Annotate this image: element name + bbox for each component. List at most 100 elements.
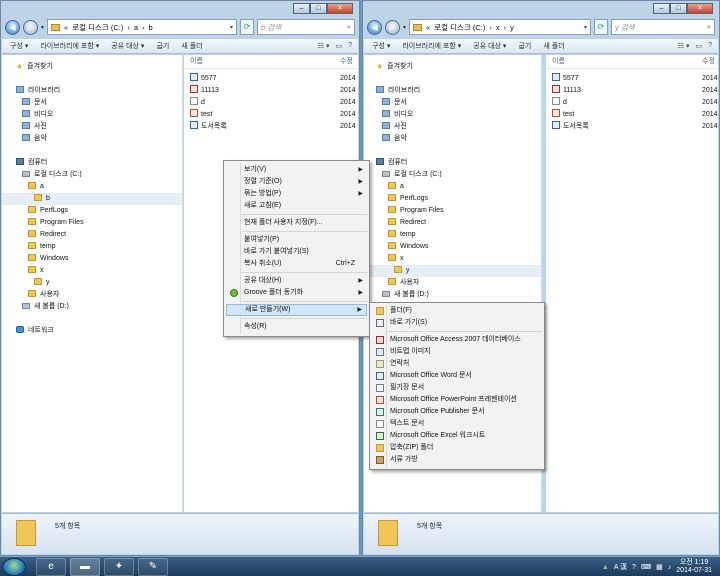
recent-pages-dropdown-icon[interactable]: ▾ (403, 24, 406, 31)
language-indicator[interactable]: A 漢 (614, 562, 627, 572)
menu-item-properties[interactable]: 속성(R) (226, 321, 367, 333)
nav-item-perflogs[interactable]: PerfLogs (28, 205, 182, 217)
menu-item-new-zip[interactable]: 압축(ZIP) 폴더 (372, 442, 542, 454)
breadcrumb-separator-icon[interactable]: › (142, 23, 145, 32)
maximize-button[interactable]: □ (310, 3, 327, 14)
file-row[interactable]: 11113 2014 (184, 85, 358, 97)
nav-item-perflogs[interactable]: PerfLogs (388, 193, 541, 205)
nav-item-favorites[interactable]: ★ 즐겨찾기 (376, 61, 541, 73)
nav-item-users[interactable]: 사용자 (28, 289, 182, 301)
nav-item-network[interactable]: 네트워크 (16, 325, 182, 337)
menu-item-paste[interactable]: 붙여넣기(P) (226, 234, 367, 246)
help-icon[interactable]: ? (632, 564, 636, 571)
view-options-icon[interactable]: ☷ ▾ (318, 42, 330, 50)
breadcrumb-y[interactable]: y (510, 23, 514, 32)
include-in-library-button[interactable]: 라이브러리에 포함 ▾ (40, 41, 99, 51)
help-icon[interactable]: ? (348, 42, 352, 50)
menu-item-new-powerpoint[interactable]: Microsoft Office PowerPoint 프레젠테이션 (372, 394, 542, 406)
nav-item-redirect[interactable]: Redirect (28, 229, 182, 241)
breadcrumb-separator-icon[interactable]: › (504, 23, 507, 32)
nav-item-redirect[interactable]: Redirect (388, 217, 541, 229)
new-folder-button[interactable]: 새 폴더 (543, 41, 564, 51)
file-list[interactable]: 이름 수정 5577 2014 11113 2014 d 2014 test 2014 … (546, 55, 718, 512)
column-date-header[interactable]: 수정 (702, 55, 715, 69)
nav-item-folder-x[interactable]: x (28, 265, 182, 277)
view-options-icon[interactable]: ☷ ▾ (678, 42, 690, 50)
nav-item-folder-b[interactable]: b (2, 193, 182, 205)
network-status-icon[interactable]: ▦ (656, 563, 663, 571)
breadcrumb-separator-icon[interactable]: › (489, 23, 492, 32)
menu-item-group-by[interactable]: 묶는 방법(P) ▶ (226, 188, 367, 200)
clock[interactable]: 오전 1:19 2014-07-31 (676, 559, 712, 575)
file-row[interactable]: d 2014 (546, 97, 718, 109)
column-name-header[interactable]: 이름 (552, 55, 565, 69)
file-row[interactable]: test 2014 (546, 109, 718, 121)
menu-item-new-access-db[interactable]: Microsoft Office Access 2007 데이터베이스 (372, 334, 542, 346)
close-button[interactable]: ✕ (327, 3, 353, 14)
share-with-button[interactable]: 공유 대상 ▾ (111, 41, 144, 51)
nav-item-folder-y[interactable]: y (34, 277, 182, 289)
refresh-icon[interactable]: ⟳ (240, 19, 254, 35)
nav-item-music[interactable]: 음악 (382, 133, 541, 145)
burn-button[interactable]: 굽기 (518, 41, 531, 51)
nav-item-folder-a[interactable]: a (388, 181, 541, 193)
nav-item-computer[interactable]: 컴퓨터 (376, 157, 541, 169)
address-bar[interactable]: « 로컬 디스크 (C:) › a › b ▾ (47, 19, 237, 35)
windows-explorer-icon[interactable]: ▬ (70, 558, 100, 576)
minimize-button[interactable]: – (293, 3, 310, 14)
nav-item-videos[interactable]: 비디오 (22, 109, 182, 121)
title-bar[interactable]: – □ ✕ (1, 1, 359, 15)
menu-item-new-publisher[interactable]: Microsoft Office Publisher 문서 (372, 406, 542, 418)
preview-pane-icon[interactable]: ▭ (695, 42, 702, 50)
nav-item-music[interactable]: 음악 (22, 133, 182, 145)
nav-item-libraries[interactable]: 라이브러리 (376, 85, 541, 97)
search-input[interactable]: b 검색 ⌕ (257, 19, 355, 35)
file-row[interactable]: d 2014 (184, 97, 358, 109)
breadcrumb-separator-icon[interactable]: › (127, 23, 130, 32)
menu-item-new-text[interactable]: 텍스트 문서 (372, 418, 542, 430)
new-folder-button[interactable]: 새 폴더 (181, 41, 202, 51)
flag-icon[interactable]: ▲ (602, 564, 609, 571)
menu-item-new-word-doc[interactable]: Microsoft Office Word 문서 (372, 370, 542, 382)
nav-item-volume-d[interactable]: 새 볼륨 (D:) (22, 301, 182, 313)
file-row[interactable]: 5577 2014 (184, 73, 358, 85)
file-row[interactable]: 5577 2014 (546, 73, 718, 85)
refresh-icon[interactable]: ⟳ (594, 19, 608, 35)
title-bar[interactable]: – □ ✕ (363, 1, 719, 15)
menu-item-share-with[interactable]: 공유 대상(H) ▶ (226, 275, 367, 287)
nav-item-temp[interactable]: temp (388, 229, 541, 241)
forward-arrow-icon[interactable]: ▶ (23, 19, 38, 35)
nav-item-computer[interactable]: 컴퓨터 (16, 157, 182, 169)
menu-item-undo-copy[interactable]: 복사 취소(U) Ctrl+Z (226, 258, 367, 270)
menu-item-paste-shortcut[interactable]: 바로 가기 붙여넣기(S) (226, 246, 367, 258)
search-input[interactable]: y 검색 ⌕ (611, 19, 715, 35)
menu-item-new-briefcase[interactable]: 서류 가방 (372, 454, 542, 466)
breadcrumb-drive[interactable]: 로컬 디스크 (C:) (434, 22, 485, 33)
nav-item-local-disk[interactable]: 로컬 디스크 (C:) (382, 169, 541, 181)
file-row[interactable]: test 2014 (184, 109, 358, 121)
menu-item-new-shortcut[interactable]: 바로 가기(S) (372, 317, 542, 329)
internet-explorer-icon[interactable]: e (36, 558, 66, 576)
nav-item-pictures[interactable]: 사진 (22, 121, 182, 133)
paint-icon[interactable]: ✎ (138, 558, 168, 576)
maximize-button[interactable]: □ (670, 3, 687, 14)
nav-item-videos[interactable]: 비디오 (382, 109, 541, 121)
start-button[interactable] (2, 558, 26, 576)
column-date-header[interactable]: 수정 (340, 55, 353, 69)
breadcrumb-b[interactable]: b (149, 23, 153, 32)
menu-item-new-contact[interactable]: 연락처 (372, 358, 542, 370)
nav-item-folder-a[interactable]: a (28, 181, 182, 193)
nav-item-volume-d[interactable]: 새 볼륨 (D:) (382, 289, 541, 301)
breadcrumb-x[interactable]: x (496, 23, 500, 32)
nav-item-program-files[interactable]: Program Files (388, 205, 541, 217)
nav-item-windows[interactable]: Windows (388, 241, 541, 253)
menu-item-refresh[interactable]: 새로 고침(E) (226, 200, 367, 212)
recent-pages-dropdown-icon[interactable]: ▾ (41, 24, 44, 31)
nav-item-windows[interactable]: Windows (28, 253, 182, 265)
nav-item-folder-x[interactable]: x (388, 253, 541, 265)
nav-item-program-files[interactable]: Program Files (28, 217, 182, 229)
breadcrumb-overflow[interactable]: « (64, 23, 68, 32)
nav-item-folder-y[interactable]: y (364, 265, 541, 277)
organize-button[interactable]: 구성 ▾ (372, 41, 390, 51)
app-pin-icon[interactable]: ✦ (104, 558, 134, 576)
